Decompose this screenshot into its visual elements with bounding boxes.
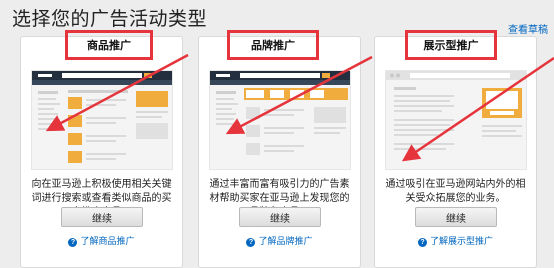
learn-more-link[interactable]: ? 了解品牌推广 <box>199 234 360 247</box>
learn-more-label: 了解商品推广 <box>80 236 135 246</box>
sponsored-products-preview <box>31 70 173 170</box>
learn-more-label: 了解品牌推广 <box>258 236 313 246</box>
continue-button[interactable]: 继续 <box>415 207 497 227</box>
sponsored-display-preview <box>385 70 527 170</box>
card-title-highlight: 展示型推广 <box>405 30 497 60</box>
help-icon: ? <box>417 238 427 247</box>
help-icon: ? <box>246 238 256 247</box>
continue-button[interactable]: 继续 <box>239 207 321 227</box>
help-icon: ? <box>68 238 78 247</box>
learn-more-link[interactable]: ? 了解商品推广 <box>21 234 182 247</box>
page-title: 选择您的广告活动类型 <box>12 9 208 30</box>
sponsored-brands-preview <box>209 70 351 170</box>
products-preview-illustration <box>32 71 172 163</box>
display-preview-illustration <box>386 71 526 150</box>
learn-more-label: 了解展示型推广 <box>429 236 493 246</box>
card-title: 商品推广 <box>87 40 131 52</box>
sponsored-display-card[interactable]: 展示型推广 通过吸引在亚马逊网站内外的相关受众拓展您的业务。 继续 ? 了解展示… <box>374 30 537 268</box>
brands-preview-illustration <box>210 71 350 155</box>
sponsored-products-card[interactable]: 商品推广 向在亚马逊上积极使用相关关键词进行搜索或查看类似商品的买 继续 ? 了… <box>20 30 183 268</box>
continue-button[interactable]: 继续 <box>61 207 143 227</box>
learn-more-link[interactable]: ? 了解展示型推广 <box>375 234 536 247</box>
card-title: 展示型推广 <box>423 40 479 52</box>
card-title: 品牌推广 <box>251 40 295 52</box>
card-description: 通过吸引在亚马逊网站内外的相关受众拓展您的业务。 <box>385 179 526 204</box>
sponsored-brands-card[interactable]: 品牌推广 通过丰富而富有吸引力的广告素材帮助买家在亚马逊上发现您的 继续 ? 了… <box>198 30 361 268</box>
view-drafts-link[interactable]: 查看草稿 <box>508 21 548 36</box>
card-title-highlight: 商品推广 <box>65 30 153 60</box>
card-title-highlight: 品牌推广 <box>227 30 319 60</box>
